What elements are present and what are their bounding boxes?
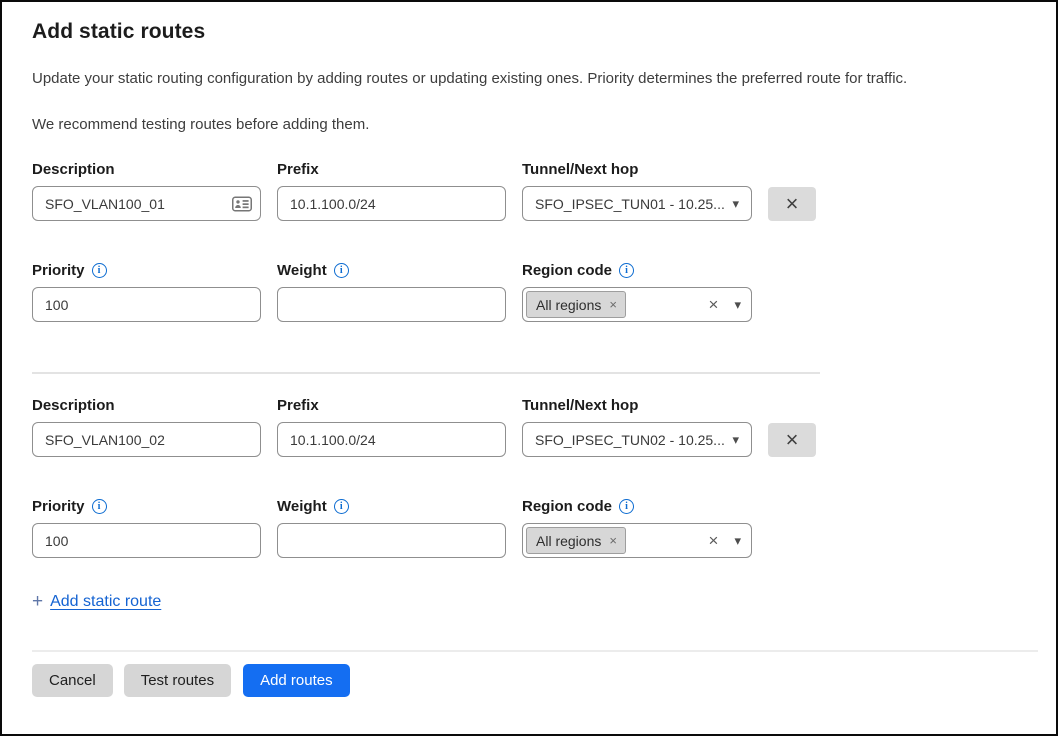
tunnel-select[interactable]: SFO_IPSEC_TUN01 - 10.25... ▾ [522,186,752,221]
weight-label: Weight [277,498,327,515]
region-tag: All regions × [526,527,626,554]
description-label: Description [32,161,261,178]
route-divider [32,372,820,374]
test-routes-button[interactable]: Test routes [124,664,231,697]
info-icon[interactable]: i [619,499,634,514]
recommendation-text: We recommend testing routes before addin… [32,116,1034,133]
close-icon: × [786,193,799,215]
priority-label: Priority [32,498,85,515]
tunnel-selected-value: SFO_IPSEC_TUN01 - 10.25... [535,196,725,212]
region-code-label: Region code [522,262,612,279]
prefix-input[interactable] [277,186,506,221]
add-routes-button[interactable]: Add routes [243,664,350,697]
tunnel-selected-value: SFO_IPSEC_TUN02 - 10.25... [535,432,725,448]
page-title: Add static routes [32,20,1034,44]
region-tag-label: All regions [536,533,601,549]
prefix-label: Prefix [277,397,506,414]
prefix-input[interactable] [277,422,506,457]
prefix-label: Prefix [277,161,506,178]
route-block-1: Description Prefix Tunnel/Next hop [32,161,1034,322]
description-label: Description [32,397,261,414]
tunnel-label: Tunnel/Next hop [522,161,752,178]
region-code-label: Region code [522,498,612,515]
tunnel-label: Tunnel/Next hop [522,397,752,414]
remove-route-button[interactable]: × [768,187,816,221]
info-icon[interactable]: i [619,263,634,278]
region-tag-label: All regions [536,297,601,313]
priority-input[interactable] [32,523,261,558]
remove-route-button[interactable]: × [768,423,816,457]
description-input[interactable] [32,422,261,457]
clear-selection-icon[interactable]: × [707,295,721,315]
add-static-routes-dialog: Add static routes Update your static rou… [0,0,1058,736]
info-icon[interactable]: i [92,263,107,278]
info-icon[interactable]: i [92,499,107,514]
chevron-down-icon[interactable]: ▾ [734,297,741,313]
weight-input[interactable] [277,287,506,322]
region-code-select[interactable]: All regions × × ▾ [522,523,752,558]
intro-text: Update your static routing configuration… [32,70,1034,87]
description-input[interactable] [32,186,261,221]
region-code-select[interactable]: All regions × × ▾ [522,287,752,322]
tag-remove-icon[interactable]: × [609,297,617,312]
chevron-down-icon: ▾ [732,433,739,446]
priority-label: Priority [32,262,85,279]
info-icon[interactable]: i [334,499,349,514]
route-block-2: Description Prefix Tunnel/Next hop SFO_I… [32,397,1034,558]
plus-icon: + [32,591,43,613]
chevron-down-icon: ▾ [732,197,739,210]
tunnel-select[interactable]: SFO_IPSEC_TUN02 - 10.25... ▾ [522,422,752,457]
weight-label: Weight [277,262,327,279]
cancel-button[interactable]: Cancel [32,664,113,697]
tag-remove-icon[interactable]: × [609,533,617,548]
autofill-contact-card-icon[interactable] [232,196,252,211]
priority-input[interactable] [32,287,261,322]
chevron-down-icon[interactable]: ▾ [734,533,741,549]
add-static-route-link[interactable]: Add static route [50,593,161,611]
info-icon[interactable]: i [334,263,349,278]
region-tag: All regions × [526,291,626,318]
close-icon: × [786,429,799,451]
footer-actions: Cancel Test routes Add routes [32,652,1034,697]
clear-selection-icon[interactable]: × [707,531,721,551]
weight-input[interactable] [277,523,506,558]
